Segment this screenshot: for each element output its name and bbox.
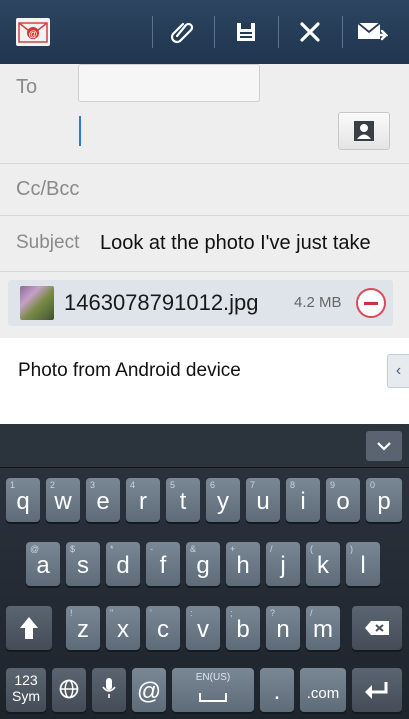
key-d[interactable]: * d bbox=[106, 542, 140, 586]
key-o[interactable]: 9o bbox=[326, 478, 360, 522]
language-key[interactable] bbox=[52, 668, 86, 712]
cc-bcc-label: Cc/Bcc bbox=[16, 178, 80, 200]
key-r[interactable]: 4r bbox=[126, 478, 160, 522]
soft-keyboard: 1q 2w 3e 4r 5t 6y 7u 8i 9o 0p @ a $ s * d -… bbox=[0, 424, 409, 719]
key-q[interactable]: 1q bbox=[6, 478, 40, 522]
space-bar-icon bbox=[199, 693, 227, 702]
chevron-down-icon bbox=[377, 442, 391, 451]
minus-icon bbox=[364, 301, 378, 305]
save-icon[interactable] bbox=[226, 12, 266, 52]
key-l[interactable]: ) l bbox=[346, 542, 380, 586]
attach-icon[interactable] bbox=[162, 12, 202, 52]
key-f[interactable]: -f bbox=[146, 542, 180, 586]
key-k[interactable]: (k bbox=[306, 542, 340, 586]
key-j[interactable]: / j bbox=[266, 542, 300, 586]
attachment-file-size: 4.2 MB bbox=[294, 294, 342, 311]
enter-key[interactable] bbox=[352, 668, 402, 712]
shift-key[interactable] bbox=[6, 606, 52, 650]
key-y[interactable]: 6y bbox=[206, 478, 240, 522]
separator bbox=[342, 16, 343, 48]
microphone-icon bbox=[102, 678, 116, 698]
symbols-key[interactable]: 123 Sym bbox=[6, 668, 46, 712]
space-key[interactable]: EN(US) bbox=[172, 668, 254, 712]
subject-row[interactable]: Subject Look at the photo I've just take bbox=[0, 216, 409, 272]
key-v[interactable]: :v bbox=[186, 606, 220, 650]
key-m[interactable]: / m bbox=[306, 606, 340, 650]
send-icon[interactable] bbox=[352, 12, 392, 52]
key-a[interactable]: @ a bbox=[26, 542, 60, 586]
key-n[interactable]: ? n bbox=[266, 606, 300, 650]
hide-keyboard-button[interactable] bbox=[366, 431, 402, 461]
keyboard-toolbar bbox=[0, 424, 409, 468]
key-z[interactable]: ! z bbox=[66, 606, 100, 650]
backspace-key[interactable] bbox=[352, 606, 402, 650]
contact-icon bbox=[354, 121, 374, 141]
key-s[interactable]: $ s bbox=[66, 542, 100, 586]
discard-icon[interactable] bbox=[290, 12, 330, 52]
period-key[interactable]: . bbox=[260, 668, 294, 712]
globe-icon bbox=[59, 679, 79, 699]
dot-com-key[interactable]: .com bbox=[300, 668, 346, 712]
key-e[interactable]: 3e bbox=[86, 478, 120, 522]
to-input[interactable] bbox=[78, 64, 260, 102]
key-c[interactable]: ' c bbox=[146, 606, 180, 650]
to-label: To bbox=[16, 76, 38, 98]
key-w[interactable]: 2w bbox=[46, 478, 80, 522]
action-bar: @ bbox=[0, 0, 409, 64]
at-key[interactable]: @ bbox=[132, 668, 166, 712]
email-app-icon[interactable]: @ bbox=[16, 18, 50, 46]
separator bbox=[278, 16, 279, 48]
separator bbox=[214, 16, 215, 48]
key-x[interactable]: " x bbox=[106, 606, 140, 650]
message-body-text: Photo from Android device bbox=[18, 360, 241, 381]
cc-bcc-row[interactable]: Cc/Bcc bbox=[0, 164, 409, 216]
remove-attachment-button[interactable] bbox=[356, 288, 386, 318]
shift-icon bbox=[20, 617, 38, 639]
compose-form: To Cc/Bcc Subject Look at the photo I've… bbox=[0, 64, 409, 338]
add-contact-button[interactable] bbox=[338, 112, 390, 150]
message-body[interactable]: Photo from Android device ‹ bbox=[0, 338, 409, 424]
backspace-icon bbox=[365, 621, 389, 635]
expand-tab-button[interactable]: ‹ bbox=[387, 354, 409, 388]
attachment-file-name: 1463078791012.jpg bbox=[64, 290, 259, 315]
voice-input-key[interactable] bbox=[92, 668, 126, 712]
key-t[interactable]: 5t bbox=[166, 478, 200, 522]
enter-icon bbox=[365, 682, 388, 699]
svg-text:@: @ bbox=[28, 29, 37, 39]
key-u[interactable]: 7u bbox=[246, 478, 280, 522]
subject-input[interactable]: Look at the photo I've just take bbox=[100, 232, 400, 255]
key-p[interactable]: 0p bbox=[366, 478, 402, 522]
key-i[interactable]: 8i bbox=[286, 478, 320, 522]
attachment-thumbnail bbox=[20, 286, 54, 320]
attachment-item[interactable]: 1463078791012.jpg 4.2 MB bbox=[8, 280, 393, 326]
key-b[interactable]: ; b bbox=[226, 606, 260, 650]
key-g[interactable]: & g bbox=[186, 542, 220, 586]
to-row: To bbox=[0, 64, 409, 164]
subject-label: Subject bbox=[16, 232, 80, 253]
key-h[interactable]: + h bbox=[226, 542, 260, 586]
text-cursor bbox=[79, 116, 81, 146]
separator bbox=[152, 16, 153, 48]
